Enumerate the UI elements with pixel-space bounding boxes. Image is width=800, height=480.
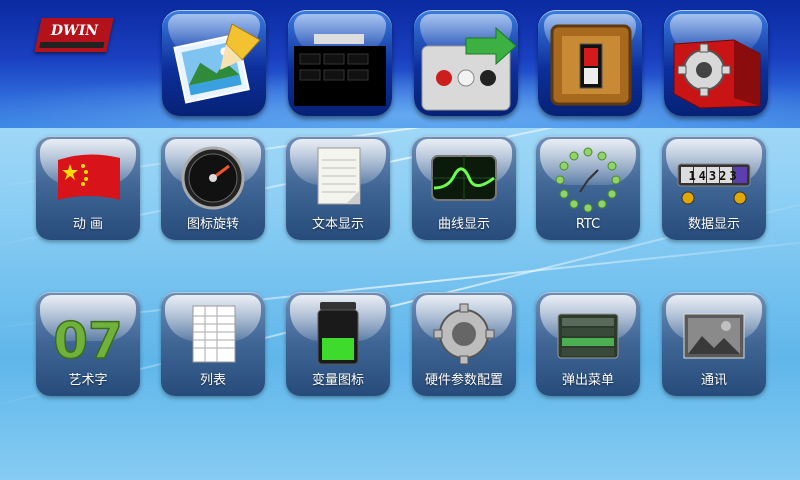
gear-box-icon <box>673 39 761 109</box>
menu-area: 动 画 图标旋转 文本显示 曲线显示 RTC 14323 数据显示 07 艺术字… <box>0 128 800 480</box>
tile-label: 图标旋转 <box>186 217 239 232</box>
tile-label: 动 画 <box>72 217 104 232</box>
tile-icon-rotate[interactable]: 图标旋转 <box>161 136 265 240</box>
toolbar-button-signal[interactable] <box>414 10 518 116</box>
tile-label: 硬件参数配置 <box>424 373 503 388</box>
tile-label: 数据显示 <box>687 217 740 232</box>
logo-text: DWIN <box>50 23 99 39</box>
tile-data-display[interactable]: 14323 数据显示 <box>662 136 766 240</box>
tile-label: 列表 <box>199 373 226 388</box>
tile-art-font[interactable]: 07 艺术字 <box>36 292 140 396</box>
tile-label: 艺术字 <box>68 373 108 388</box>
tile-curve-display[interactable]: 曲线显示 <box>412 136 516 240</box>
toolbar-button-settings[interactable] <box>664 10 768 116</box>
dwin-logo: DWIN <box>34 18 114 52</box>
tile-label: RTC <box>575 217 601 232</box>
art-text: 07 <box>53 312 123 370</box>
tile-animation[interactable]: 动 画 <box>36 136 140 240</box>
top-toolbar: DWIN <box>0 0 800 128</box>
picture-pencil-icon <box>173 23 261 104</box>
tile-label: 变量图标 <box>311 373 364 388</box>
toolbar-button-picture[interactable] <box>162 10 266 116</box>
tile-text-display[interactable]: 文本显示 <box>286 136 390 240</box>
tile-variable-icon[interactable]: 变量图标 <box>286 292 390 396</box>
traffic-light-arrow-icon <box>421 26 517 111</box>
tile-label: 通讯 <box>700 373 727 388</box>
tile-label: 弹出菜单 <box>561 373 614 388</box>
tile-label: 文本显示 <box>311 217 364 232</box>
keyboard-display-icon <box>294 34 386 106</box>
counter-digits: 14323 <box>688 169 739 183</box>
tile-rtc[interactable]: RTC <box>536 136 640 240</box>
tile-label: 曲线显示 <box>437 217 490 232</box>
tile-list[interactable]: 列表 <box>161 292 265 396</box>
tile-popup-menu[interactable]: 弹出菜单 <box>536 292 640 396</box>
tile-hardware-config[interactable]: 硬件参数配置 <box>412 292 516 396</box>
tile-communication[interactable]: 通讯 <box>662 292 766 396</box>
power-switch-icon <box>550 24 632 106</box>
toolbar-button-keyboard[interactable] <box>288 10 392 116</box>
toolbar-button-switch[interactable] <box>538 10 642 116</box>
